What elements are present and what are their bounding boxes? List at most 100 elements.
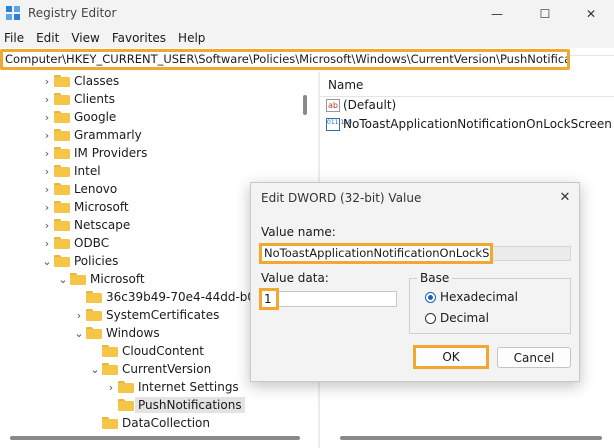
chevron-right-icon[interactable]: › [40,93,54,106]
menu-edit[interactable]: Edit [30,28,65,48]
tree-item-label: PushNotifications [135,397,245,413]
radio-checked-icon[interactable] [425,291,436,303]
radio-decimal[interactable]: Decimal [425,311,489,325]
chevron-right-icon[interactable]: › [40,147,54,160]
folder-icon [54,201,70,213]
tree-item-lenovo[interactable]: › Lenovo [40,180,117,198]
folder-icon [54,111,70,123]
value-name-label: Value name: [261,225,336,239]
folder-icon [54,219,70,231]
values-horizontal-scrollbar[interactable] [340,436,602,440]
base-groupbox [409,278,571,334]
chevron-down-icon[interactable]: ⌄ [72,327,86,340]
tree-item-currentversion[interactable]: ⌄ CurrentVersion [88,360,211,378]
folder-icon [118,399,134,411]
chevron-right-icon[interactable]: › [40,165,54,178]
tree-item-classes[interactable]: › Classes [40,72,119,90]
value-row-default[interactable]: ab (Default) [326,96,396,114]
tree-item-label: Intel [74,164,101,178]
cancel-button[interactable]: Cancel [497,347,571,368]
chevron-down-icon[interactable]: ⌄ [88,363,102,376]
tree-item-netscape[interactable]: › Netscape [40,216,130,234]
menu-view[interactable]: View [65,28,105,48]
radio-label: Decimal [440,311,489,325]
chevron-right-icon[interactable]: › [40,111,54,124]
folder-icon [102,345,118,357]
radio-hexadecimal[interactable]: Hexadecimal [425,290,518,304]
tree-item-label: CloudContent [122,344,205,358]
dialog-close-button[interactable]: ✕ [555,187,575,207]
tree-horizontal-scrollbar[interactable] [10,436,300,440]
menu-file[interactable]: File [0,28,30,48]
tree-item-label: Windows [106,326,160,340]
menu-help[interactable]: Help [172,28,211,48]
value-data-label: Value data: [261,271,329,285]
tree-item-google[interactable]: › Google [40,108,117,126]
tree-item-clients[interactable]: › Clients [40,90,115,108]
maximize-icon: ☐ [539,7,551,21]
chevron-right-icon[interactable]: › [40,183,54,196]
close-icon: ✕ [585,7,597,21]
dword-value-icon: 011 110 [326,117,352,131]
value-data-input-extension[interactable] [279,291,397,307]
tree-item-policies-microsoft[interactable]: ⌄ Microsoft [56,270,144,288]
chevron-right-icon[interactable]: › [40,75,54,88]
menu-favorites[interactable]: Favorites [106,28,172,48]
tree-item-guid-key[interactable]: 36c39b49-70e4-44dd-b007- [72,288,275,306]
tree-item-systemcertificates[interactable]: › SystemCertificates [72,306,220,324]
tree-item-intel[interactable]: › Intel [40,162,101,180]
folder-icon [70,273,86,285]
tree-item-label: Microsoft [74,200,129,214]
minimize-button[interactable]: — [474,0,520,28]
chevron-down-icon[interactable]: ⌄ [56,273,70,286]
chevron-right-icon[interactable]: › [72,309,86,322]
value-row-notoast[interactable]: 011 110 NoToastApplicationNotificationOn… [326,115,612,133]
folder-icon [102,363,118,375]
radio-label: Hexadecimal [440,290,518,304]
address-bar[interactable]: Computer\HKEY_CURRENT_USER\Software\Poli… [0,49,570,70]
tree-item-policies[interactable]: ⌄ Policies [40,252,118,270]
chevron-right-icon[interactable]: › [40,237,54,250]
value-data-input[interactable]: 1 [259,288,279,310]
dialog-title: Edit DWORD (32-bit) Value [261,191,422,205]
chevron-right-icon[interactable]: › [40,219,54,232]
column-header-name[interactable]: Name [328,78,363,92]
tree-item-odbc[interactable]: › ODBC [40,234,109,252]
tree-item-label: Clients [74,92,115,106]
tree-item-microsoft[interactable]: › Microsoft [40,198,129,216]
close-window-button[interactable]: ✕ [568,0,614,28]
chevron-right-icon[interactable]: › [40,201,54,214]
maximize-button[interactable]: ☐ [522,0,568,28]
tree-item-im-providers[interactable]: › IM Providers [40,144,148,162]
value-name-field: NoToastApplicationNotificationOnLockScre… [259,243,493,264]
tree-item-label: Netscape [74,218,131,232]
tree-vertical-scrollbar[interactable] [303,95,307,115]
folder-icon [54,129,70,141]
base-group-label: Base [417,271,453,285]
string-value-icon: ab [326,98,340,112]
chevron-right-icon[interactable]: › [104,381,118,394]
window-title: Registry Editor [28,6,117,20]
folder-icon [86,309,102,321]
tree-item-label: DataCollection [122,416,211,430]
chevron-right-icon[interactable]: › [40,129,54,142]
tree-item-datacollection[interactable]: DataCollection [88,414,210,432]
tree-item-grammarly[interactable]: › Grammarly [40,126,142,144]
tree-item-windows[interactable]: ⌄ Windows [72,324,160,342]
value-name-field-extension [493,246,571,261]
tree-item-internet-settings[interactable]: › Internet Settings [104,378,239,396]
folder-icon [54,93,70,105]
tree-item-label: Lenovo [74,182,118,196]
folder-icon [54,255,70,267]
tree-item-label: SystemCertificates [106,308,220,322]
tree-item-cloudcontent[interactable]: CloudContent [88,342,204,360]
value-name: NoToastApplicationNotificationOnLockScre… [343,117,612,131]
folder-icon [54,237,70,249]
chevron-down-icon[interactable]: ⌄ [40,255,54,268]
radio-unchecked-icon[interactable] [425,312,436,324]
tree-item-pushnotifications[interactable]: PushNotifications [104,396,245,414]
folder-icon [54,183,70,195]
ok-button[interactable]: OK [413,345,489,369]
tree-item-label: CurrentVersion [122,362,212,376]
tree-item-label: Google [74,110,117,124]
